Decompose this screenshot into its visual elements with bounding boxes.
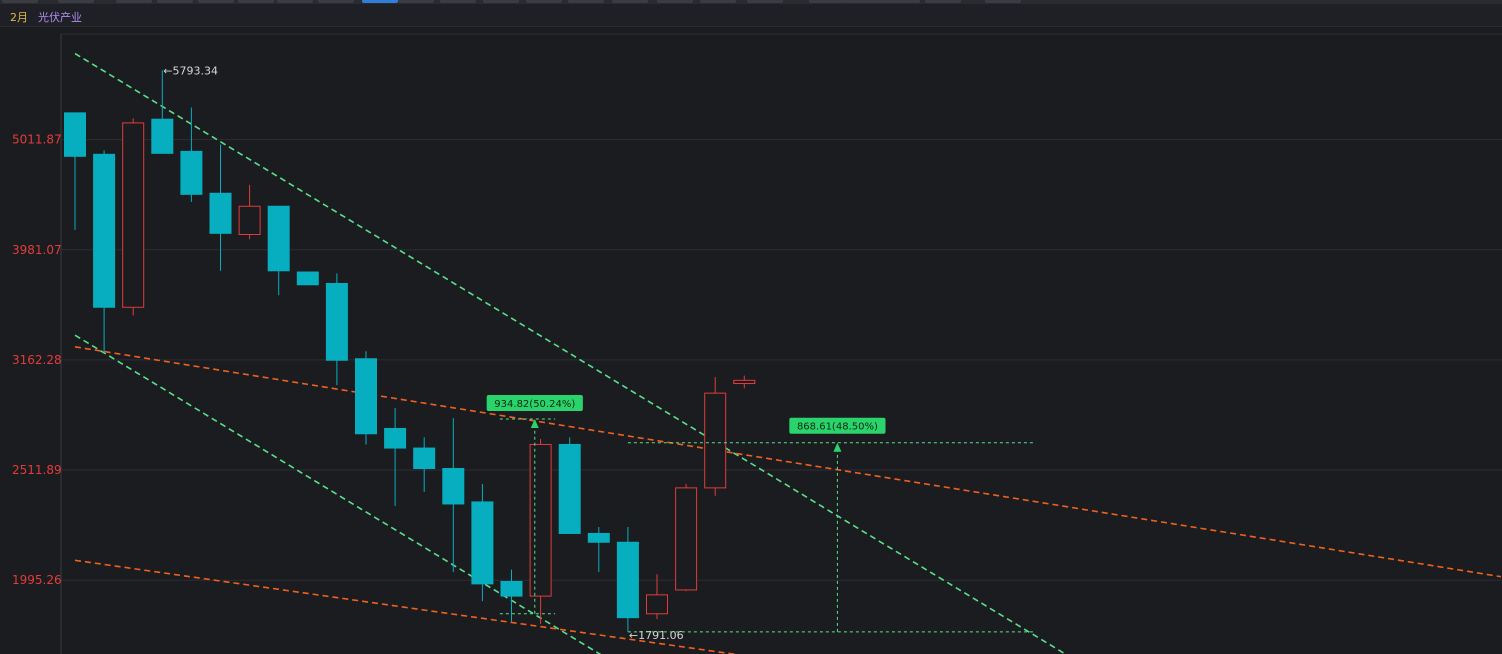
trend-line (74, 346, 1502, 578)
candle (384, 407, 407, 507)
candle-body (151, 118, 174, 154)
candle-body (122, 122, 145, 308)
candle (471, 483, 494, 602)
candle-body (296, 271, 319, 286)
measure-layer: ←5793.34 ←1791.06 934.82(50.24%) 868.61(48.… (163, 64, 1036, 642)
candle-body (704, 392, 727, 489)
high-annotation: ←5793.34 (163, 64, 218, 77)
candle-body (93, 153, 116, 308)
candle (355, 351, 377, 445)
candle-body (675, 487, 698, 591)
candle (180, 107, 203, 202)
candle-body (325, 282, 348, 361)
y-axis: 5011.87 3981.07 3162.28 2511.89 1995.26 (12, 133, 62, 588)
candle-body (180, 150, 203, 195)
candle-body (733, 379, 756, 385)
candle-body (267, 205, 290, 272)
low-annotation: ←1791.06 (629, 629, 684, 642)
candle (529, 439, 552, 625)
trend-line-layer (74, 52, 1502, 654)
candle (267, 205, 290, 296)
candle-body (646, 594, 668, 615)
candle (704, 377, 727, 496)
y-tick-label: 1995.26 (12, 573, 62, 587)
candle-body (500, 580, 523, 597)
candle-body (558, 443, 581, 534)
candle-body (442, 468, 465, 505)
candle (646, 574, 668, 619)
candle-layer (64, 70, 756, 632)
candle (587, 526, 610, 572)
candle-body (587, 532, 610, 543)
y-tick-label: 2511.89 (12, 463, 62, 477)
candle (209, 144, 232, 271)
candle (413, 437, 436, 492)
candle (296, 271, 319, 286)
candle (93, 150, 116, 353)
y-tick-label: 3162.28 (12, 353, 62, 367)
measure-arrow (833, 442, 842, 452)
candle-body (616, 541, 639, 619)
candle (325, 273, 348, 386)
candle-body (64, 112, 86, 157)
candlestick-chart[interactable]: ←5793.34 ←1791.06 934.82(50.24%) 868.61(48.… (0, 0, 1502, 654)
candle (675, 483, 698, 592)
candle-body (384, 427, 407, 449)
measure-1-label: 934.82(50.24%) (494, 399, 575, 410)
candle (733, 375, 756, 389)
y-tick-label: 3981.07 (12, 243, 62, 257)
trend-line (74, 52, 1067, 654)
candle (238, 184, 261, 240)
candle (442, 418, 465, 572)
candle-body (238, 205, 261, 236)
candle (64, 112, 86, 230)
candle-body (529, 443, 552, 597)
candle (122, 118, 145, 316)
candle (616, 526, 639, 632)
candle-body (209, 192, 232, 234)
candle-body (355, 358, 377, 435)
candle-body (471, 501, 494, 585)
y-tick-label: 5011.87 (12, 133, 62, 147)
candle-body (413, 447, 436, 470)
measure-2-label: 868.61(48.50%) (797, 422, 878, 433)
candle (558, 437, 581, 534)
grid-layer (60, 33, 1502, 654)
